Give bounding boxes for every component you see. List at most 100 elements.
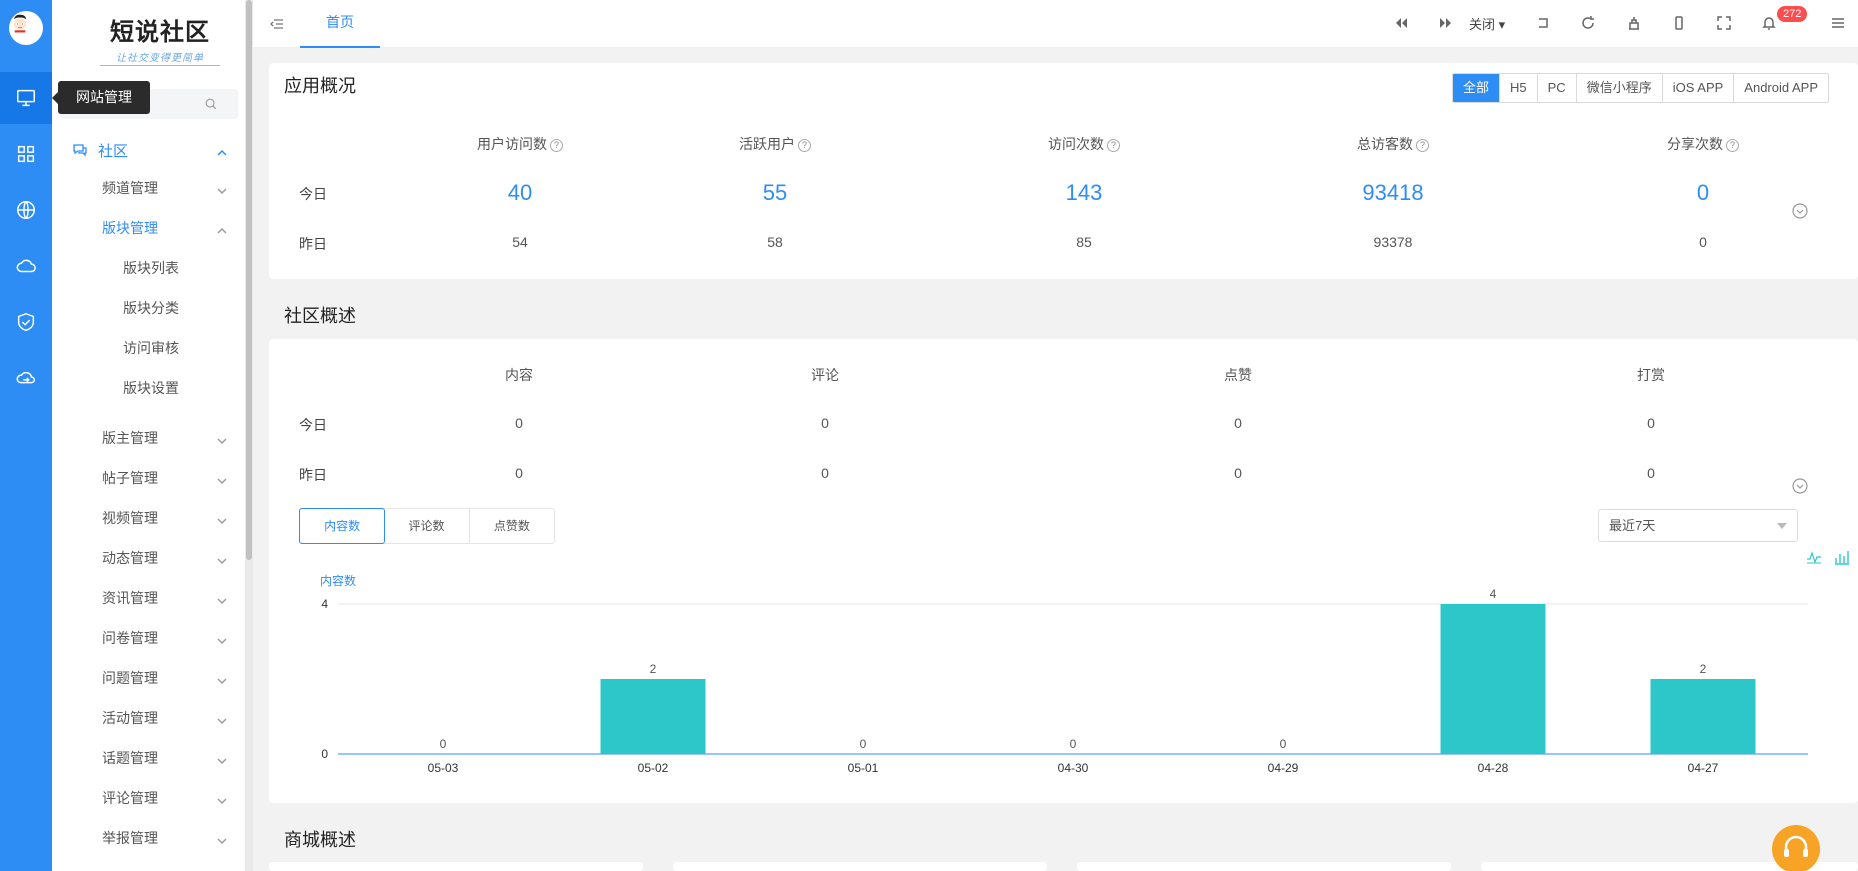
sidebar-item[interactable]: 问题管理 — [52, 658, 245, 698]
chevron-up-icon — [217, 223, 227, 234]
sidebar-item-label: 帖子管理 — [102, 470, 158, 486]
community-metric-header: 打赏 — [1637, 367, 1665, 383]
sidebar-item[interactable]: 访问审核 — [52, 328, 245, 368]
line-chart-icon[interactable] — [1806, 549, 1822, 565]
community-title: 社区概述 — [284, 306, 356, 326]
sidebar-item-label: 问题管理 — [102, 670, 158, 686]
sidebar-item[interactable]: 问卷管理 — [52, 618, 245, 658]
platform-option[interactable]: Android APP — [1734, 74, 1828, 102]
cleanup-icon[interactable] — [1626, 15, 1642, 31]
monitor-icon[interactable] — [0, 72, 52, 124]
platform-option[interactable]: PC — [1538, 74, 1577, 102]
sidebar-item[interactable]: 帖子管理 — [52, 458, 245, 498]
return-icon[interactable] — [1535, 15, 1551, 31]
chevron-down-icon — [217, 593, 227, 605]
sidebar-item-label: 资讯管理 — [102, 590, 158, 606]
data-label: 0 — [1280, 737, 1287, 751]
chart-tabs: 内容数 评论数 点赞数 — [299, 508, 555, 544]
sidebar-item[interactable]: 版块管理 — [52, 208, 245, 248]
logo-slogan: 让社交变得更简单 — [100, 49, 220, 66]
tab-content-count[interactable]: 内容数 — [299, 508, 386, 544]
sidebar-scrollbar[interactable] — [245, 0, 253, 871]
search-icon[interactable] — [204, 97, 218, 111]
mobile-icon[interactable] — [1671, 15, 1687, 31]
community-yesterday-value: 0 — [821, 465, 829, 481]
chevron-down-icon — [217, 713, 227, 725]
app-overview-title: 应用概况 — [284, 76, 356, 96]
bar-chart-icon[interactable] — [1834, 549, 1850, 565]
sidebar-item-community[interactable]: 社区 — [52, 130, 245, 170]
x-tick-label: 04-27 — [1688, 761, 1719, 775]
sidebar-item[interactable]: 视频管理 — [52, 498, 245, 538]
fast-forward-icon[interactable] — [1438, 15, 1454, 31]
scrollbar-thumb[interactable] — [246, 0, 252, 560]
sidebar-item[interactable]: 版块列表 — [52, 248, 245, 288]
bell-icon[interactable] — [1761, 15, 1777, 31]
menu-fold-icon[interactable] — [269, 16, 285, 32]
tab-home[interactable]: 首页 — [300, 0, 380, 48]
chevron-down-icon — [217, 553, 227, 565]
logo: 短说社区 让社交变得更简单 — [100, 12, 220, 66]
y-tick-label: 0 — [321, 747, 328, 761]
platform-option[interactable]: 全部 — [1453, 74, 1501, 102]
data-label: 2 — [650, 662, 657, 676]
fullscreen-icon[interactable] — [1716, 15, 1732, 31]
chevron-up-icon — [217, 145, 227, 156]
data-label: 0 — [860, 737, 867, 751]
chevron-down-icon — [217, 183, 227, 195]
avatar[interactable] — [9, 11, 43, 45]
tab-like-count[interactable]: 点赞数 — [470, 509, 554, 543]
community-today-value: 0 — [821, 415, 829, 431]
sidebar-item-label: 社区 — [98, 142, 129, 160]
platform-option[interactable]: H5 — [1500, 74, 1538, 102]
sidebar-item[interactable]: 活动管理 — [52, 698, 245, 738]
metric-header-label: 访问次数 — [1048, 136, 1104, 152]
sidebar-item[interactable]: 话题管理 — [52, 738, 245, 778]
range-select[interactable]: 最近7天 — [1598, 509, 1798, 542]
close-dropdown[interactable]: 关闭 ▾ — [1469, 14, 1505, 33]
headset-icon — [1784, 835, 1808, 857]
platform-option[interactable]: 微信小程序 — [1577, 74, 1663, 102]
help-icon[interactable]: ? — [798, 139, 811, 152]
sidebar-item[interactable]: 频道管理 — [52, 168, 245, 208]
cloud-icon[interactable] — [0, 240, 52, 292]
sidebar-item[interactable]: 举报管理 — [52, 818, 245, 858]
shield-check-icon[interactable] — [0, 296, 52, 348]
metric-header: 分享次数? — [1623, 134, 1783, 154]
community-metric-header: 点赞 — [1224, 367, 1252, 383]
menu-icon[interactable] — [1830, 15, 1846, 31]
sidebar-item[interactable]: 版块设置 — [52, 368, 245, 408]
chevron-down-icon — [217, 473, 227, 485]
metric-header-label: 总访客数 — [1357, 136, 1413, 152]
sidebar-item[interactable]: 动态管理 — [52, 538, 245, 578]
sidebar-item[interactable]: 评论管理 — [52, 778, 245, 818]
help-icon[interactable]: ? — [550, 139, 563, 152]
cloud-sync-icon[interactable] — [0, 352, 52, 404]
globe-icon[interactable] — [0, 184, 52, 236]
expand-chevron-icon[interactable] — [1792, 203, 1808, 219]
customer-service-button[interactable] — [1772, 825, 1820, 871]
refresh-icon[interactable] — [1580, 15, 1596, 31]
metric-header-label: 用户访问数 — [477, 136, 547, 152]
sidebar-item[interactable]: 版块分类 — [52, 288, 245, 328]
tab-comment-count[interactable]: 评论数 — [384, 509, 470, 543]
y-tick-label: 4 — [321, 597, 328, 611]
mall-card — [269, 862, 643, 871]
sidebar-item[interactable]: 版主管理 — [52, 418, 245, 458]
grid-icon[interactable] — [0, 128, 52, 180]
help-icon[interactable]: ? — [1107, 139, 1120, 152]
chevron-down-icon — [217, 833, 227, 845]
help-icon[interactable]: ? — [1726, 139, 1739, 152]
rewind-icon[interactable] — [1393, 15, 1409, 31]
metric-header: 总访客数? — [1313, 134, 1473, 154]
chevron-down-icon — [1777, 523, 1787, 529]
community-yesterday-value: 0 — [515, 465, 523, 481]
community-metric-header: 内容 — [505, 367, 533, 383]
row-label-today: 今日 — [299, 186, 327, 202]
platform-option[interactable]: iOS APP — [1663, 74, 1735, 102]
help-icon[interactable]: ? — [1416, 139, 1429, 152]
x-tick-label: 05-03 — [428, 761, 459, 775]
expand-chevron-icon[interactable] — [1792, 478, 1808, 494]
chat-bubbles-icon — [73, 144, 87, 157]
sidebar-item[interactable]: 资讯管理 — [52, 578, 245, 618]
